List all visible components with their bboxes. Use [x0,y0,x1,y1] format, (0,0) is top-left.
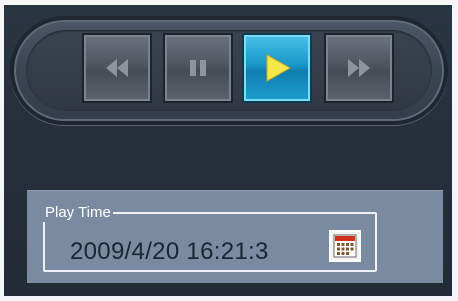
play-time-value: 2009/4/20 16:21:3 [70,238,269,265]
play-icon [266,54,292,82]
fast-forward-icon [348,59,370,77]
rewind-icon [106,59,128,77]
play-time-label: Play Time [43,204,113,222]
fast-forward-button[interactable] [324,33,394,103]
rewind-button[interactable] [82,33,152,103]
pause-icon [190,60,206,76]
pause-button[interactable] [163,33,233,103]
calendar-button[interactable] [329,230,361,262]
play-time-section: Play Time 2009/4/20 16:21:3 [27,190,443,283]
playback-panel: Play Time 2009/4/20 16:21:3 [0,0,458,301]
play-button[interactable] [242,33,312,103]
calendar-icon [333,234,357,258]
